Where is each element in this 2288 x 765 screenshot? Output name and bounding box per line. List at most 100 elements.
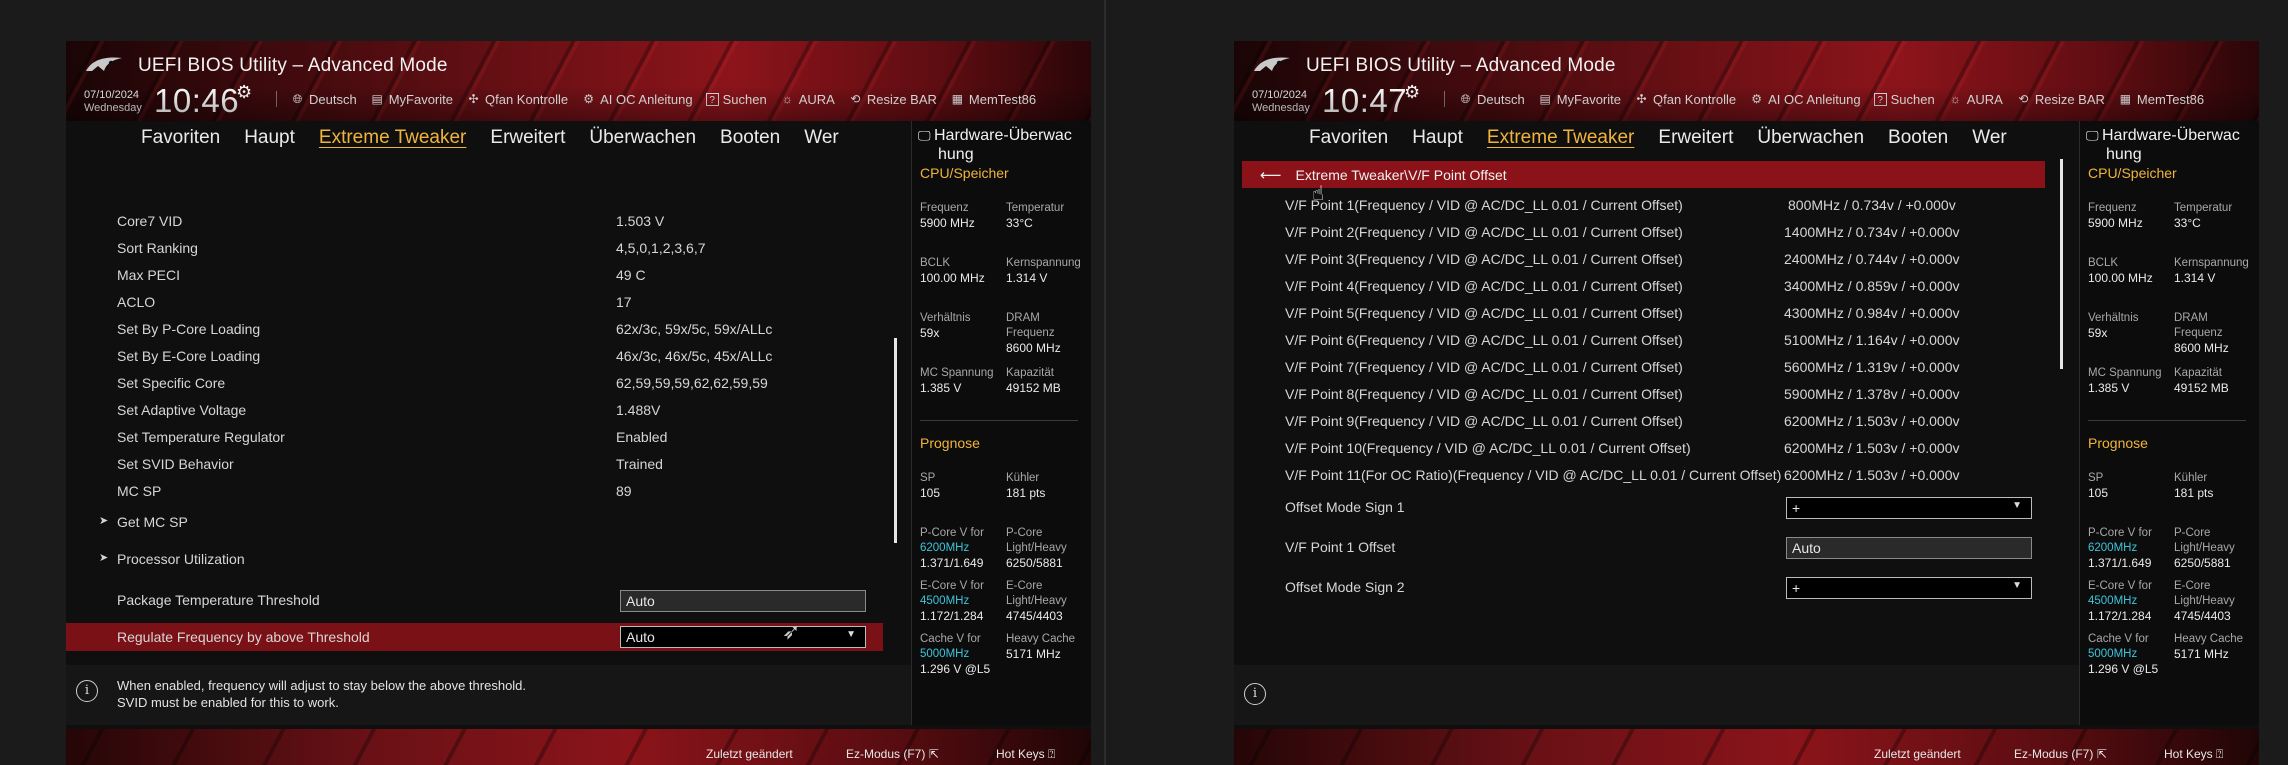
favorite-icon: ▤ [371,91,383,106]
regulate-dropdown[interactable]: Auto ▼ [620,626,866,648]
memtest-button[interactable]: ▦ MemTest86 [950,92,1036,107]
last-changed-button[interactable]: Zuletzt geändert [706,747,793,761]
myfavorite-button[interactable]: ▤ MyFavorite [1538,92,1621,107]
tab-erweitert[interactable]: Erweitert [1646,127,1745,149]
back-arrow-icon[interactable]: ⟵ [1260,166,1282,184]
mouse-pointer-icon: ➶ [782,619,801,644]
help-text: When enabled, frequency will adjust to s… [117,678,527,710]
hw-cache-v: Cache V for 5000MHz 1.296 V @L5 [920,633,991,676]
hw-temperature: Temperatur 33°C [1006,202,1065,230]
chevron-down-icon: ▼ [846,629,856,640]
tab-ueberwachen[interactable]: Überwachen [1745,127,1876,149]
hardware-monitor: 🖵︎ Hardware-Überwac hung CPU/Speicher Freq… [911,121,1091,725]
tab-ueberwachen[interactable]: Überwachen [577,127,708,149]
bios-window-left: UEFI BIOS Utility – Advanced Mode 07/10/… [66,41,1091,765]
hot-keys-button[interactable]: Hot Keys ⍰ [2164,747,2223,762]
tab-favoriten[interactable]: Favoriten [1297,127,1400,149]
hw-bclk: BCLK 100.00 MHz [2088,257,2153,285]
prognose-section-title: Prognose [2088,435,2148,451]
hw-capacity: Kapazität 49152 MB [1006,367,1061,395]
hw-ecore-v: E-Core V for 4500MHz 1.172/1.284 [920,580,984,623]
toolbar: 🌐︎ Deutsch ▤ MyFavorite ✣ Qfan Kontrolle ⚙ A… [276,90,1049,108]
tab-extreme-tweaker[interactable]: Extreme Tweaker [307,127,478,149]
hw-core-voltage: Kernspannung 1.314 V [2174,257,2249,285]
setting-row-offset-sign-2: Offset Mode Sign 2 + ▼ [1234,575,2129,603]
ai-chip-icon: ⚙ [1751,91,1762,106]
last-changed-button[interactable]: Zuletzt geändert [1874,747,1961,761]
resize-bar-icon: ⟲ [2018,91,2029,106]
hw-core-voltage: Kernspannung 1.314 V [1006,257,1081,285]
hw-cache-v: Cache V for 5000MHz 1.296 V @L5 [2088,633,2159,676]
hw-mc-voltage: MC Spannung 1.385 V [920,367,994,395]
hw-mc-voltage: MC Spannung 1.385 V [2088,367,2162,395]
ai-chip-icon: ⚙ [583,91,594,106]
clock-display: 10:46 [154,82,240,119]
tab-haupt[interactable]: Haupt [232,127,307,149]
tab-werkzeug[interactable]: Wer [1960,127,2018,149]
tab-erweitert[interactable]: Erweitert [478,127,577,149]
chevron-down-icon: ▼ [2012,500,2022,511]
prognose-section-title: Prognose [920,435,980,451]
ez-mode-button[interactable]: Ez-Modus (F7) ⇱ [2014,747,2107,761]
bios-window-right: UEFI BIOS Utility – Advanced Mode 07/10/… [1234,41,2259,765]
fan-icon: ✣ [468,91,479,106]
hw-pcore-light-heavy: P-Core Light/Heavy 6250/5881 [2174,527,2235,570]
info-icon: i [1244,683,1266,705]
vf-point-1-offset-input[interactable]: Auto [1786,537,2032,559]
hardware-monitor-title: 🖵︎ Hardware-Überwac hung [2086,127,2240,163]
tab-werkzeug[interactable]: Wer [792,127,850,149]
offset-sign-1-dropdown[interactable]: + ▼ [1786,497,2032,519]
clock-settings-gear-icon[interactable]: ⚙ [1404,82,1420,103]
search-button[interactable]: ? Suchen [1873,92,1935,107]
footer-bar: Zuletzt geändert Ez-Modus (F7) ⇱ Hot Key… [66,729,1091,765]
tab-extreme-tweaker[interactable]: Extreme Tweaker [1475,127,1646,149]
toolbar: 🌐︎ Deutsch ▤ MyFavorite ✣ Qfan Kontrolle ⚙ A… [1444,90,2217,108]
hw-sp: SP 105 [920,472,941,500]
rog-logo-icon [86,57,122,71]
myfavorite-button[interactable]: ▤ MyFavorite [370,92,453,107]
monitor-icon: 🖵︎ [2086,128,2099,143]
tab-booten[interactable]: Booten [1876,127,1960,149]
scrollbar-thumb[interactable] [2060,159,2063,369]
offset-sign-2-dropdown[interactable]: + ▼ [1786,577,2032,599]
hw-heavy-cache: Heavy Cache 5171 MHz [2174,633,2244,661]
breadcrumb[interactable]: ⟵ Extreme Tweaker\V/F Point Offset [1242,161,2045,188]
aura-button[interactable]: ☼ AURA [1948,92,2003,107]
hw-sp: SP 105 [2088,472,2109,500]
ai-oc-button[interactable]: ⚙ AI OC Anleitung [1749,91,1860,107]
language-button[interactable]: 🌐︎ Deutsch [1458,92,1525,107]
aura-light-icon: ☼ [781,91,793,106]
resize-bar-button[interactable]: ⟲ Resize BAR [2016,92,2105,107]
search-button[interactable]: ? Suchen [705,92,767,107]
exit-arrow-icon: ⇱ [928,747,939,761]
resize-bar-button[interactable]: ⟲ Resize BAR [848,92,937,107]
threshold-input[interactable]: Auto [620,590,866,612]
hw-capacity: Kapazität 49152 MB [2174,367,2229,395]
cpu-section-title: CPU/Speicher [2088,165,2177,181]
tab-haupt[interactable]: Haupt [1400,127,1475,149]
info-icon: i [76,680,98,702]
main-menu: Favoriten Haupt Extreme Tweaker Erweiter… [1234,121,2142,155]
tab-booten[interactable]: Booten [708,127,792,149]
exit-arrow-icon: ⇱ [2096,747,2107,761]
qfan-button[interactable]: ✣ Qfan Kontrolle [466,92,568,107]
scrollbar-thumb[interactable] [894,338,897,543]
language-button[interactable]: 🌐︎ Deutsch [290,92,357,107]
clock-settings-gear-icon[interactable]: ⚙ [236,82,252,103]
ez-mode-button[interactable]: Ez-Modus (F7) ⇱ [846,747,939,761]
window-divider [1104,0,1106,765]
aura-button[interactable]: ☼ AURA [780,92,835,107]
hw-bclk: BCLK 100.00 MHz [920,257,985,285]
date-display: 07/10/2024 Wednesday [84,89,142,114]
hw-cooler: Kühler 181 pts [1006,472,1046,500]
qfan-button[interactable]: ✣ Qfan Kontrolle [1634,92,1736,107]
favorite-icon: ▤ [1539,91,1551,106]
ai-oc-button[interactable]: ⚙ AI OC Anleitung [581,91,692,107]
cpu-section-title: CPU/Speicher [920,165,1009,181]
hw-frequency: Frequenz 5900 MHz [2088,202,2143,230]
help-icon: ⍰ [1048,747,1056,761]
header-bar: UEFI BIOS Utility – Advanced Mode 07/10/… [1234,41,2259,121]
memtest-button[interactable]: ▦ MemTest86 [2118,92,2204,107]
hot-keys-button[interactable]: Hot Keys ⍰ [996,747,1055,762]
tab-favoriten[interactable]: Favoriten [129,127,232,149]
